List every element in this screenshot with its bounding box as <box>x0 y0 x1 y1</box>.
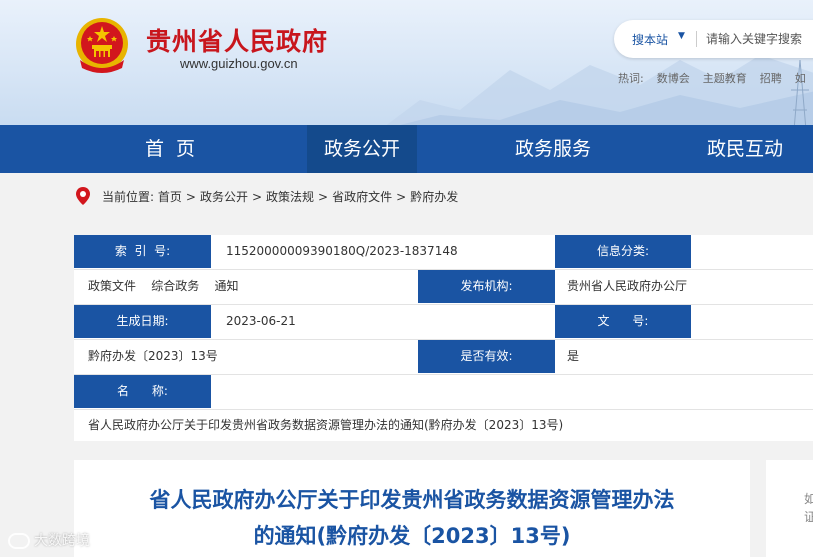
hot-word[interactable]: 主题教育 <box>703 72 747 85</box>
nav-item-interaction[interactable]: 政民互动 <box>690 125 800 173</box>
article-title-line: 的通知(黔府办发〔2023〕13号) <box>253 524 571 548</box>
divider <box>696 31 697 47</box>
article-title-line: 省人民政府办公厅关于印发贵州省政务数据资源管理办法 <box>149 488 675 512</box>
breadcrumb-label: 当前位置: <box>102 190 155 204</box>
publisher-label: 发布机构: <box>418 270 555 303</box>
search-scope-select[interactable]: 搜本站 <box>632 31 668 48</box>
publisher-value: 贵州省人民政府办公厅 <box>567 279 688 293</box>
search-box: 搜本站 ▼ <box>614 20 813 58</box>
date-value: 2023-06-21 <box>226 314 296 328</box>
divider <box>74 409 813 410</box>
docno-label: 文 号: <box>555 305 691 338</box>
main-nav: 首 页 政务公开 政务服务 政民互动 <box>0 125 813 173</box>
watermark: 大数跨境 <box>8 530 90 550</box>
breadcrumb-item[interactable]: 政务公开 <box>200 190 248 204</box>
hot-word[interactable]: 招聘 <box>760 72 782 85</box>
category-value: 政策文件 综合政务 通知 <box>88 279 239 293</box>
watermark-text: 大数跨境 <box>34 533 90 549</box>
site-url[interactable]: www.guizhou.gov.cn <box>180 56 298 71</box>
nav-item-home[interactable]: 首 页 <box>110 125 230 173</box>
article-title: 省人民政府办公厅关于印发贵州省政务数据资源管理办法 的通知(黔府办发〔2023〕… <box>74 482 750 554</box>
hot-word[interactable]: 如 <box>795 72 806 85</box>
location-pin-icon <box>76 187 90 205</box>
index-label: 索 引 号: <box>74 235 211 268</box>
site-header: 贵州省人民政府 www.guizhou.gov.cn 搜本站 ▼ 热词: 数博会主… <box>0 0 813 125</box>
side-panel: 如 证 <box>766 460 813 557</box>
article-card: 省人民政府办公厅关于印发贵州省政务数据资源管理办法 的通知(黔府办发〔2023〕… <box>74 460 750 557</box>
watermark-logo-icon <box>8 533 30 549</box>
site-title[interactable]: 贵州省人民政府 <box>146 22 328 58</box>
breadcrumb-item[interactable]: 黔府办发 <box>410 190 458 204</box>
side-panel-text: 如 证 <box>804 492 813 524</box>
search-input[interactable] <box>706 29 813 49</box>
breadcrumb-item[interactable]: 省政府文件 <box>332 190 392 204</box>
index-value: 11520000009390180Q/2023-1837148 <box>226 244 458 258</box>
breadcrumb: 当前位置: 首页 > 政务公开 > 政策法规 > 省政府文件 > 黔府办发 <box>0 173 813 218</box>
category-label: 信息分类: <box>555 235 691 268</box>
name-value: 省人民政府办公厅关于印发贵州省政务数据资源管理办法的通知(黔府办发〔2023〕1… <box>88 418 564 432</box>
name-label: 名 称: <box>74 375 211 408</box>
national-emblem-icon[interactable] <box>72 16 132 76</box>
date-label: 生成日期: <box>74 305 211 338</box>
hot-word[interactable]: 数博会 <box>657 72 690 85</box>
nav-item-gov-services[interactable]: 政务服务 <box>498 125 608 173</box>
nav-item-gov-affairs-open[interactable]: 政务公开 <box>307 125 417 173</box>
breadcrumb-item[interactable]: 政策法规 <box>266 190 314 204</box>
breadcrumb-item[interactable]: 首页 <box>158 190 182 204</box>
valid-label: 是否有效: <box>418 340 555 373</box>
document-info-table: 索 引 号: 11520000009390180Q/2023-1837148 信… <box>74 235 813 441</box>
chevron-down-icon[interactable]: ▼ <box>678 31 685 41</box>
hot-label: 热词: <box>618 72 644 85</box>
valid-value: 是 <box>567 349 580 363</box>
docno-value: 黔府办发〔2023〕13号 <box>88 349 218 363</box>
hot-words: 热词: 数博会 主题教育 招聘如 <box>618 70 813 86</box>
breadcrumb-trail: 当前位置: 首页 > 政务公开 > 政策法规 > 省政府文件 > 黔府办发 <box>102 190 459 204</box>
